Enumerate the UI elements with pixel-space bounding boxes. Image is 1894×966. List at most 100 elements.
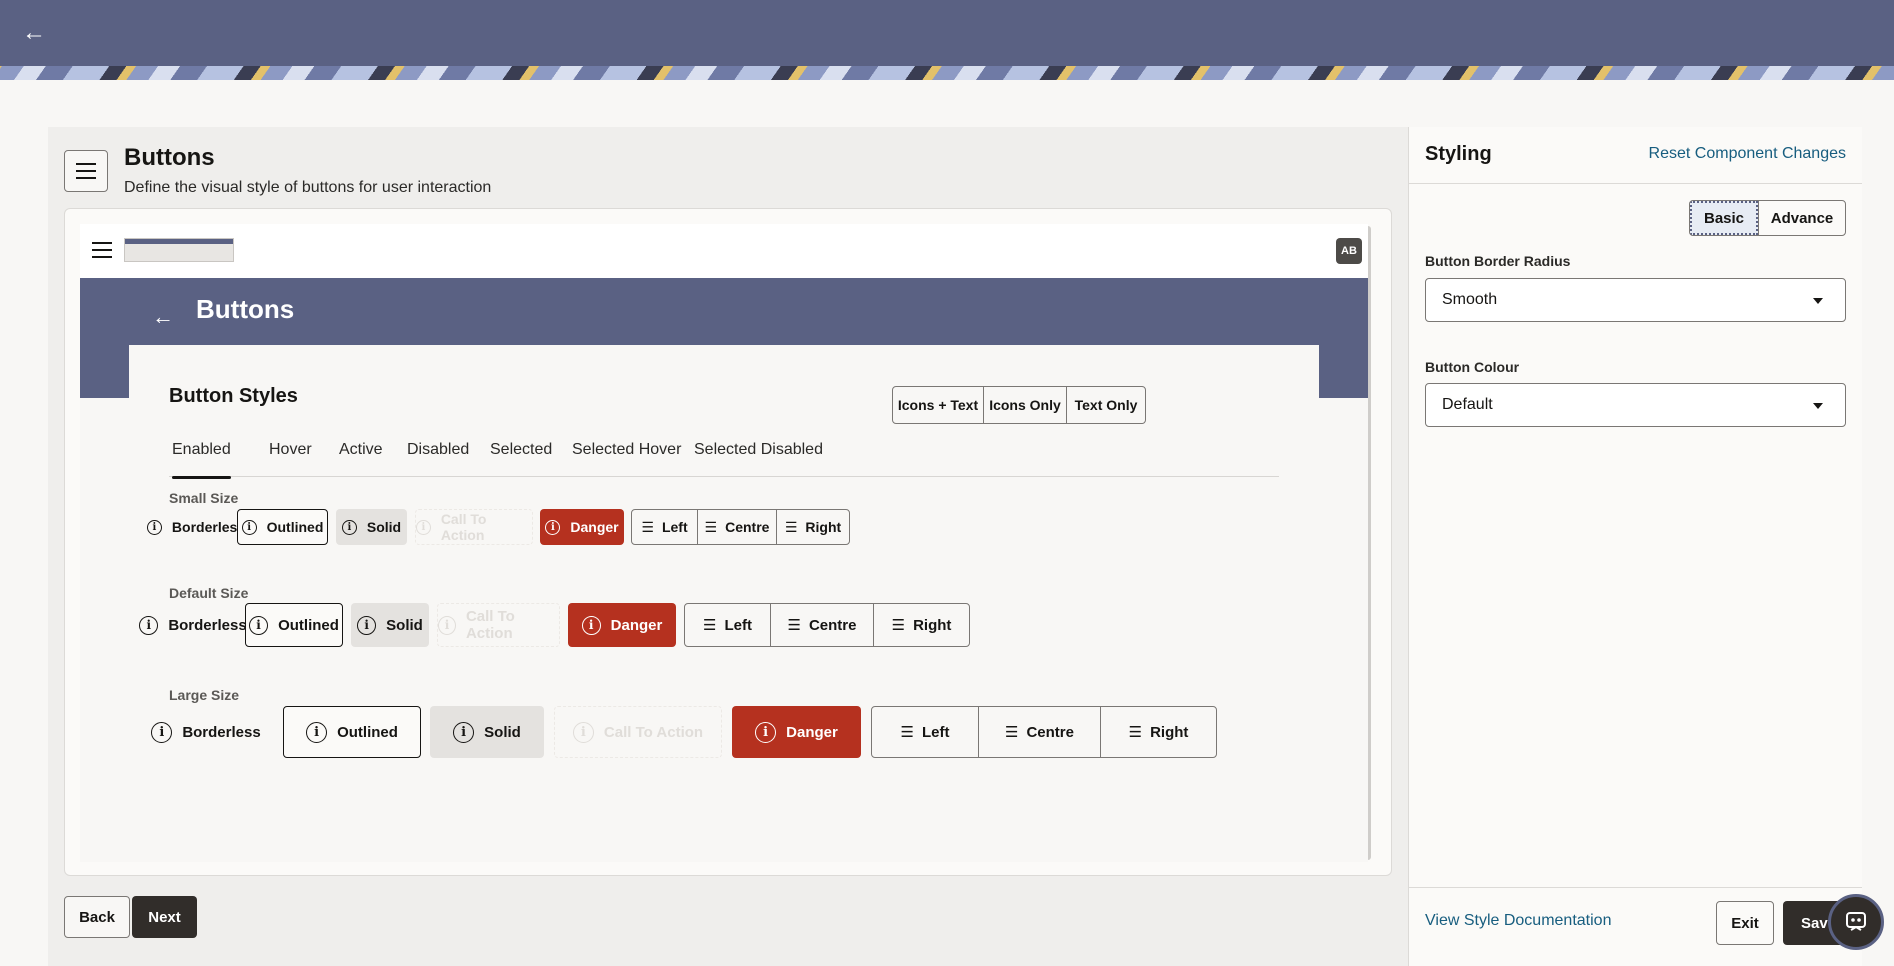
mode-icons-text[interactable]: Icons + Text — [893, 387, 984, 423]
info-icon: i — [241, 519, 257, 535]
mode-basic[interactable]: Basic — [1690, 201, 1758, 235]
align-centre-icon: ☰ — [787, 617, 801, 634]
tab-active[interactable]: Active — [339, 435, 383, 477]
state-tabs: Enabled Hover Active Disabled Selected S… — [169, 435, 1279, 479]
small-solid-button[interactable]: i Solid — [336, 509, 407, 545]
info-icon: i — [146, 519, 162, 535]
preview-back-arrow-icon[interactable]: ← — [152, 304, 174, 330]
panel-footer-divider — [1409, 887, 1862, 888]
info-icon: i — [416, 519, 431, 535]
tab-enabled[interactable]: Enabled — [172, 435, 231, 479]
info-icon: i — [453, 721, 475, 743]
preview-banner-title: Buttons — [196, 294, 295, 324]
default-solid-button[interactable]: i Solid — [351, 603, 429, 647]
hamburger-icon — [76, 163, 96, 179]
preview-canvas: AB ← Buttons Button Styles Icons + Text … — [80, 224, 1368, 862]
large-danger-button[interactable]: i Danger — [732, 706, 861, 758]
reset-component-changes-link[interactable]: Reset Component Changes — [1649, 145, 1846, 163]
align-centre-icon: ☰ — [1005, 724, 1019, 741]
align-left-icon: ☰ — [641, 518, 654, 535]
default-borderless-button[interactable]: i Borderless — [139, 603, 247, 647]
large-cta-button[interactable]: i Call To Action — [554, 706, 722, 758]
large-borderless-button[interactable]: i Borderless — [139, 706, 273, 758]
align-left-icon: ☰ — [703, 617, 717, 634]
top-banner: ← — [0, 0, 1894, 66]
hamburger-icon — [92, 242, 112, 258]
small-cta-button[interactable]: i Call To Action — [415, 509, 533, 545]
info-icon: i — [341, 519, 357, 535]
large-align-group: ☰ Left ☰ Centre ☰ Right — [871, 706, 1217, 758]
info-icon: i — [438, 615, 456, 635]
exit-button[interactable]: Exit — [1716, 901, 1774, 945]
default-align-right[interactable]: ☰ Right — [874, 604, 969, 646]
default-align-group: ☰ Left ☰ Centre ☰ Right — [684, 603, 970, 647]
small-danger-button[interactable]: i Danger — [540, 509, 624, 545]
default-cta-button[interactable]: i Call To Action — [437, 603, 560, 647]
panel-title: Styling — [1425, 143, 1492, 165]
card-title: Button Styles — [169, 385, 298, 407]
large-align-right[interactable]: ☰ Right — [1101, 707, 1216, 757]
info-icon: i — [139, 615, 159, 635]
small-align-right[interactable]: ☰ Right — [777, 510, 849, 544]
small-align-left[interactable]: ☰ Left — [632, 510, 698, 544]
large-outlined-button[interactable]: i Outlined — [283, 706, 421, 758]
panel-divider — [1409, 183, 1862, 184]
default-danger-button[interactable]: i Danger — [568, 603, 676, 647]
info-icon: i — [755, 721, 777, 743]
info-icon: i — [306, 721, 328, 743]
mode-advance[interactable]: Advance — [1758, 201, 1845, 235]
large-solid-button[interactable]: i Solid — [430, 706, 544, 758]
assistant-icon — [1846, 912, 1866, 931]
align-right-icon: ☰ — [784, 518, 798, 535]
info-icon: i — [357, 615, 377, 635]
mode-text-only[interactable]: Text Only — [1067, 387, 1145, 423]
display-mode-toggle: Icons + Text Icons Only Text Only — [892, 386, 1146, 424]
preview-thumbnail — [124, 238, 234, 262]
back-button[interactable]: Back — [64, 896, 130, 938]
default-outlined-button[interactable]: i Outlined — [245, 603, 343, 647]
next-button[interactable]: Next — [132, 896, 197, 938]
default-align-left[interactable]: ☰ Left — [685, 604, 771, 646]
mode-icons-only[interactable]: Icons Only — [984, 387, 1067, 423]
align-right-icon: ☰ — [891, 617, 906, 634]
tab-selected-hover[interactable]: Selected Hover — [572, 435, 681, 477]
avatar[interactable]: AB — [1336, 238, 1362, 264]
info-icon: i — [581, 615, 601, 635]
align-right-icon: ☰ — [1128, 724, 1143, 741]
button-colour-label: Button Colour — [1425, 359, 1520, 375]
basic-advance-toggle: Basic Advance — [1689, 200, 1846, 236]
page-subtitle: Define the visual style of buttons for u… — [124, 179, 492, 196]
chevron-down-icon — [1813, 403, 1823, 409]
menu-button[interactable] — [64, 150, 108, 192]
assistant-fab[interactable] — [1828, 894, 1884, 950]
info-icon: i — [151, 721, 173, 743]
small-align-group: ☰ Left ☰ Centre ☰ Right — [631, 509, 850, 545]
large-align-centre[interactable]: ☰ Centre — [979, 707, 1101, 757]
button-styles-card: Button Styles Icons + Text Icons Only Te… — [129, 345, 1319, 862]
large-align-left[interactable]: ☰ Left — [872, 707, 979, 757]
size-label-large: Large Size — [169, 687, 240, 703]
small-align-centre[interactable]: ☰ Centre — [698, 510, 777, 544]
default-align-centre[interactable]: ☰ Centre — [771, 604, 874, 646]
preview-menu-button[interactable] — [92, 242, 112, 263]
small-outlined-button[interactable]: i Outlined — [237, 509, 328, 545]
size-label-default: Default Size — [169, 585, 249, 601]
button-colour-select[interactable]: Default — [1425, 383, 1846, 427]
page-title: Buttons — [124, 144, 215, 171]
border-radius-select[interactable]: Smooth — [1425, 278, 1846, 322]
border-radius-label: Button Border Radius — [1425, 253, 1571, 269]
back-arrow-icon[interactable]: ← — [22, 18, 46, 48]
tab-selected[interactable]: Selected — [490, 435, 552, 477]
view-style-documentation-link[interactable]: View Style Documentation — [1425, 912, 1611, 930]
tab-hover[interactable]: Hover — [269, 435, 312, 477]
banner-pattern — [0, 66, 1894, 80]
info-icon: i — [249, 615, 269, 635]
styling-panel: Styling Reset Component Changes Basic Ad… — [1408, 127, 1862, 966]
size-label-small: Small Size — [169, 490, 239, 506]
tab-disabled[interactable]: Disabled — [407, 435, 469, 477]
preview-header: AB — [80, 224, 1368, 278]
chevron-down-icon — [1813, 298, 1823, 304]
info-icon: i — [545, 519, 561, 535]
info-icon: i — [572, 721, 594, 743]
tab-selected-disabled[interactable]: Selected Disabled — [694, 435, 823, 477]
